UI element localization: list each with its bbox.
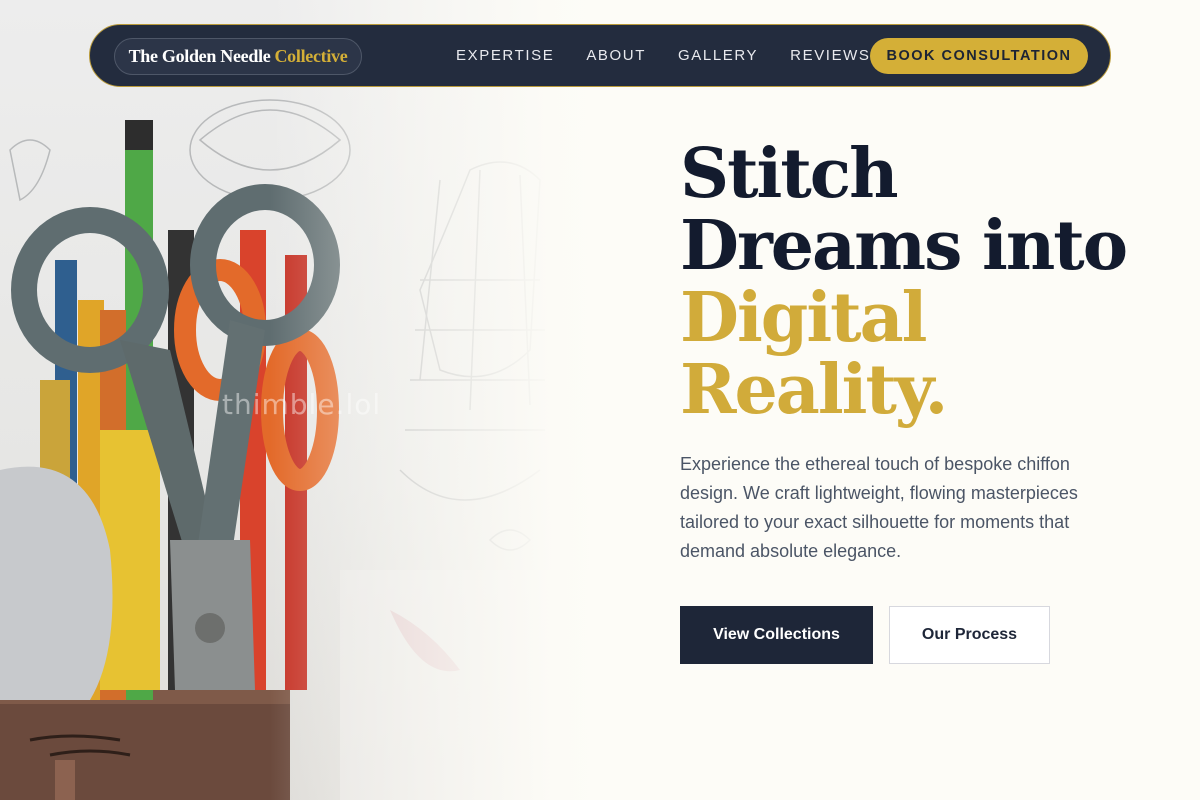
top-navbar: The Golden Needle Collective EXPERTISE A… bbox=[89, 24, 1111, 87]
headline-line-4: Reality. bbox=[680, 350, 948, 430]
brand-name-main: The Golden Needle bbox=[128, 46, 271, 66]
brand-name-accent: Collective bbox=[274, 46, 348, 66]
book-consultation-button[interactable]: BOOK CONSULTATION bbox=[870, 38, 1088, 74]
nav-links: EXPERTISE ABOUT GALLERY REVIEWS bbox=[456, 25, 903, 85]
nav-link-expertise[interactable]: EXPERTISE bbox=[456, 47, 554, 64]
image-watermark: thimble.lol bbox=[222, 388, 382, 421]
hero-headline: Stitch Dreams into Digital Reality. bbox=[680, 138, 1160, 426]
view-collections-button[interactable]: View Collections bbox=[680, 606, 873, 664]
headline-line-2: Dreams into bbox=[680, 206, 1128, 286]
our-process-button[interactable]: Our Process bbox=[889, 606, 1050, 664]
headline-line-1: Stitch bbox=[680, 134, 899, 214]
hero-image: thimble.lol bbox=[0, 0, 600, 800]
brand-logo[interactable]: The Golden Needle Collective bbox=[114, 38, 362, 75]
nav-link-about[interactable]: ABOUT bbox=[586, 47, 646, 64]
nav-link-reviews[interactable]: REVIEWS bbox=[790, 47, 870, 64]
headline-line-3: Digital bbox=[680, 278, 927, 358]
hero-description: Experience the ethereal touch of bespoke… bbox=[680, 454, 1078, 561]
nav-link-gallery[interactable]: GALLERY bbox=[678, 47, 758, 64]
